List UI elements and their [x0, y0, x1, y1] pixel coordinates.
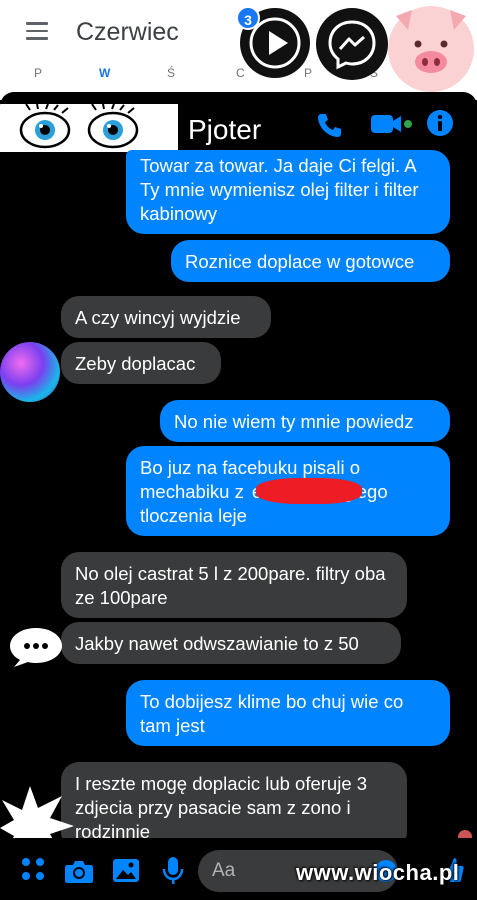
redaction-scribble [256, 478, 362, 504]
message-incoming[interactable]: No olej castrat 5 l z 200pare. filtry ob… [61, 552, 407, 618]
camera-icon[interactable] [64, 858, 94, 884]
weekday-label: Ś [167, 66, 176, 80]
pig-icon [396, 10, 466, 73]
phone-icon[interactable] [314, 110, 344, 140]
message-outgoing[interactable]: Towar za towar. Ja daje Ci felgi. A Ty m… [126, 150, 450, 234]
messenger-icon [328, 20, 376, 70]
apps-icon[interactable] [20, 856, 46, 882]
calendar-month-title: Czerwiec [76, 18, 179, 46]
info-icon[interactable] [426, 109, 454, 137]
message-incoming[interactable]: I reszte mogę doplacic lub oferuje 3 zdj… [61, 762, 407, 850]
message-input-placeholder: Aa [212, 860, 236, 881]
message-outgoing[interactable]: To dobijesz klime bo chuj wie co tam jes… [126, 680, 450, 746]
chat-head-messenger[interactable] [316, 8, 388, 80]
message-outgoing[interactable]: No nie wiem ty mnie powiedz [160, 400, 450, 442]
cartoon-eyes-icon [19, 103, 139, 149]
chat-head-badge: 3 [236, 6, 260, 30]
video-call-icon[interactable] [370, 112, 414, 138]
typing-indicator-icon [10, 628, 62, 667]
chat-head-contact[interactable] [388, 6, 474, 92]
contact-name[interactable]: Pjoter [188, 114, 261, 146]
hamburger-menu-icon[interactable] [26, 22, 48, 45]
contact-avatar[interactable] [0, 342, 60, 402]
chat-window: Pjoter Towar za towar. Ja daje Ci felgi.… [0, 92, 477, 900]
message-incoming[interactable]: Zeby doplacac [61, 342, 221, 384]
chat-header: Pjoter [0, 92, 477, 154]
weekday-label-selected: W [99, 66, 111, 80]
contact-avatar-eyes[interactable] [0, 103, 178, 152]
message-outgoing[interactable]: Roznice doplace w gotowce [171, 240, 450, 282]
image-icon[interactable] [112, 858, 140, 884]
watermark: www.wiocha.pl [296, 860, 460, 885]
weekday-label: P [34, 66, 43, 80]
microphone-icon[interactable] [162, 856, 184, 886]
message-incoming[interactable]: A czy wincyj wyjdzie [61, 296, 271, 338]
message-incoming[interactable]: Jakby nawet odwszawianie to z 50 [61, 622, 401, 664]
